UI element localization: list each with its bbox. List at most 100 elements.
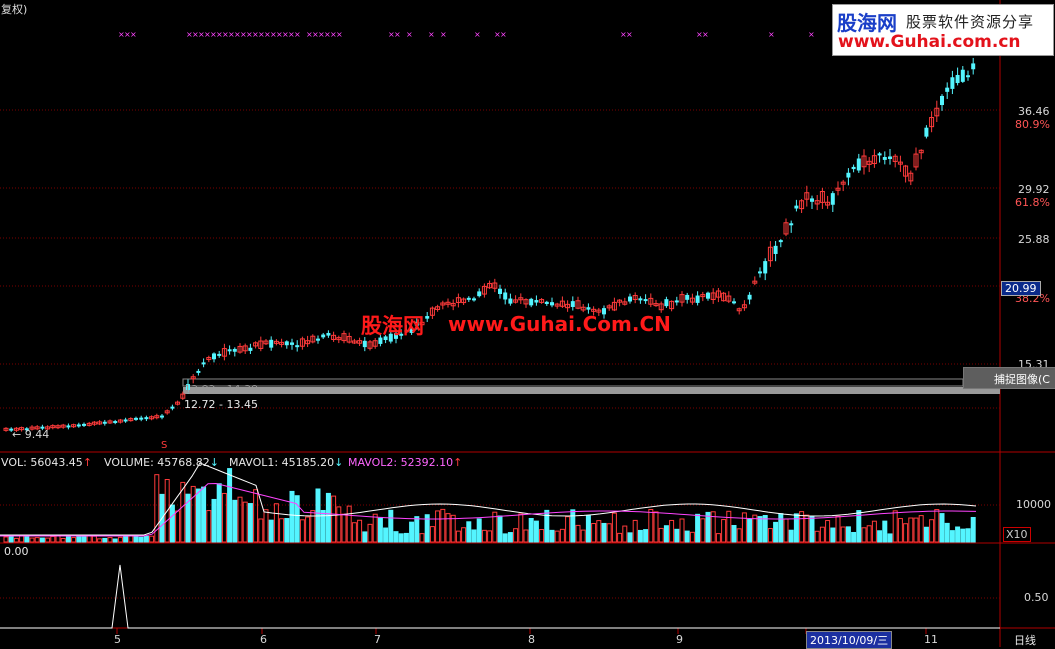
signal-s-marker: S (161, 440, 168, 451)
range-bar-top (182, 378, 964, 387)
candle-body-69 (362, 340, 367, 348)
volume-bar-36 (190, 485, 196, 543)
candle-body-23 (123, 419, 128, 422)
volume-bar-57 (299, 519, 305, 543)
volume-bar-160 (835, 515, 841, 543)
volume-bar-185 (965, 528, 971, 543)
volume-bar-141 (736, 528, 742, 543)
candle-body-95 (498, 288, 502, 294)
volume-bar-126 (658, 527, 664, 543)
volume-bar-42 (221, 492, 227, 543)
volume-bar-129 (674, 528, 680, 543)
price-label-1: 36.46 (1018, 105, 1050, 118)
capture-image-label: 捕捉图像(C (994, 373, 1050, 386)
volume-bar-19 (102, 537, 108, 543)
volume-bar-113 (591, 523, 597, 543)
volume-bar-16 (86, 535, 92, 543)
volume-bar-91 (476, 518, 482, 543)
volume-bar-100 (523, 529, 529, 543)
volume-bar-156 (814, 530, 820, 543)
candle-body-170 (888, 156, 892, 160)
volume-bar-53 (279, 518, 285, 543)
candle-body-14 (76, 424, 81, 427)
candle-body-180 (940, 95, 944, 106)
volume-bar-90 (471, 529, 477, 543)
volume-bar-122 (637, 529, 643, 543)
range-bottom-label: 12.72 - 13.45 (184, 398, 258, 411)
volume-bar-5 (29, 537, 35, 543)
volume-bar-175 (913, 517, 919, 543)
candle-body-102 (534, 300, 539, 303)
volume-bar-29 (154, 474, 160, 543)
volume-bar-28 (149, 535, 155, 543)
volume-bar-152 (793, 513, 799, 543)
mavol1-value: MAVOL1: 45185.20↓ (229, 456, 344, 469)
candle-body-97 (508, 298, 513, 304)
candle-body-54 (284, 341, 289, 346)
month-label-6: 6 (260, 633, 267, 646)
volume-bar-174 (908, 517, 914, 543)
candle-body-55 (290, 342, 294, 345)
volume-bar-75 (393, 531, 399, 543)
candle-body-184 (960, 69, 965, 82)
volume-bar-127 (663, 525, 669, 543)
volume-value: VOLUME: 45768.82↓ (104, 456, 219, 469)
volume-bar-6 (34, 537, 40, 543)
period-label[interactable]: 日线 (1014, 632, 1036, 648)
candle-body-12 (66, 425, 71, 428)
volume-bar-133 (695, 513, 701, 543)
volume-bar-149 (778, 513, 784, 543)
candle-body-183 (955, 74, 960, 84)
volume-bar-32 (169, 504, 175, 543)
volume-bar-13 (71, 537, 77, 543)
volume-bar-114 (596, 520, 602, 543)
candle-body-81 (425, 316, 430, 319)
volume-bar-93 (487, 530, 493, 543)
signal-x-marker-33: × (474, 30, 481, 39)
candle-body-30 (160, 415, 164, 418)
candle-body-148 (773, 245, 778, 254)
candle-body-41 (217, 353, 222, 356)
volume-bar-106 (554, 530, 560, 543)
candle-body-145 (758, 271, 762, 274)
volume-bar-121 (632, 519, 638, 543)
volume-bar-99 (518, 513, 524, 543)
logo-slogan: 股票软件资源分享 (906, 13, 1035, 31)
guhai-logo: 股海网 股票软件资源分享 www.Guhai.com.cn (832, 4, 1054, 56)
volume-bar-62 (325, 492, 331, 543)
volume-bar-82 (429, 526, 435, 543)
candle-body-164 (856, 158, 861, 171)
candle-body-123 (643, 299, 648, 302)
volume-bar-77 (403, 532, 409, 543)
volume-bar-115 (601, 522, 607, 543)
volume-bar-140 (731, 524, 737, 543)
candle-body-122 (638, 298, 643, 301)
volume-bar-72 (377, 517, 383, 543)
price-label-3: 25.88 (1018, 233, 1050, 246)
volume-bar-151 (788, 529, 794, 543)
volume-bar-21 (112, 538, 118, 543)
volume-bar-56 (294, 495, 300, 543)
volume-bar-167 (871, 520, 877, 543)
candle-body-15 (82, 423, 86, 426)
volume-bar-124 (648, 509, 654, 543)
volume-bar-139 (726, 510, 732, 543)
volume-bar-165 (861, 527, 867, 543)
signal-x-marker-30: × (406, 30, 413, 39)
signal-x-marker-39: × (702, 30, 709, 39)
month-label-11: 11 (924, 633, 938, 646)
volume-bar-103 (539, 529, 545, 543)
candle-body-40 (212, 353, 216, 360)
adjust-label[interactable]: 复权) (1, 1, 27, 17)
candle-body-61 (321, 334, 326, 338)
volume-bar-177 (923, 526, 929, 543)
volume-bar-55 (289, 490, 295, 543)
volume-bar-97 (507, 532, 513, 543)
capture-image-button[interactable]: 捕捉图像(C (963, 367, 1055, 389)
volume-bar-88 (461, 527, 467, 543)
candle-body-146 (763, 261, 768, 274)
signal-x-marker-32: × (440, 30, 447, 39)
volume-bar-158 (825, 520, 831, 543)
volume-bar-74 (388, 509, 394, 543)
volume-bar-25 (133, 536, 139, 543)
